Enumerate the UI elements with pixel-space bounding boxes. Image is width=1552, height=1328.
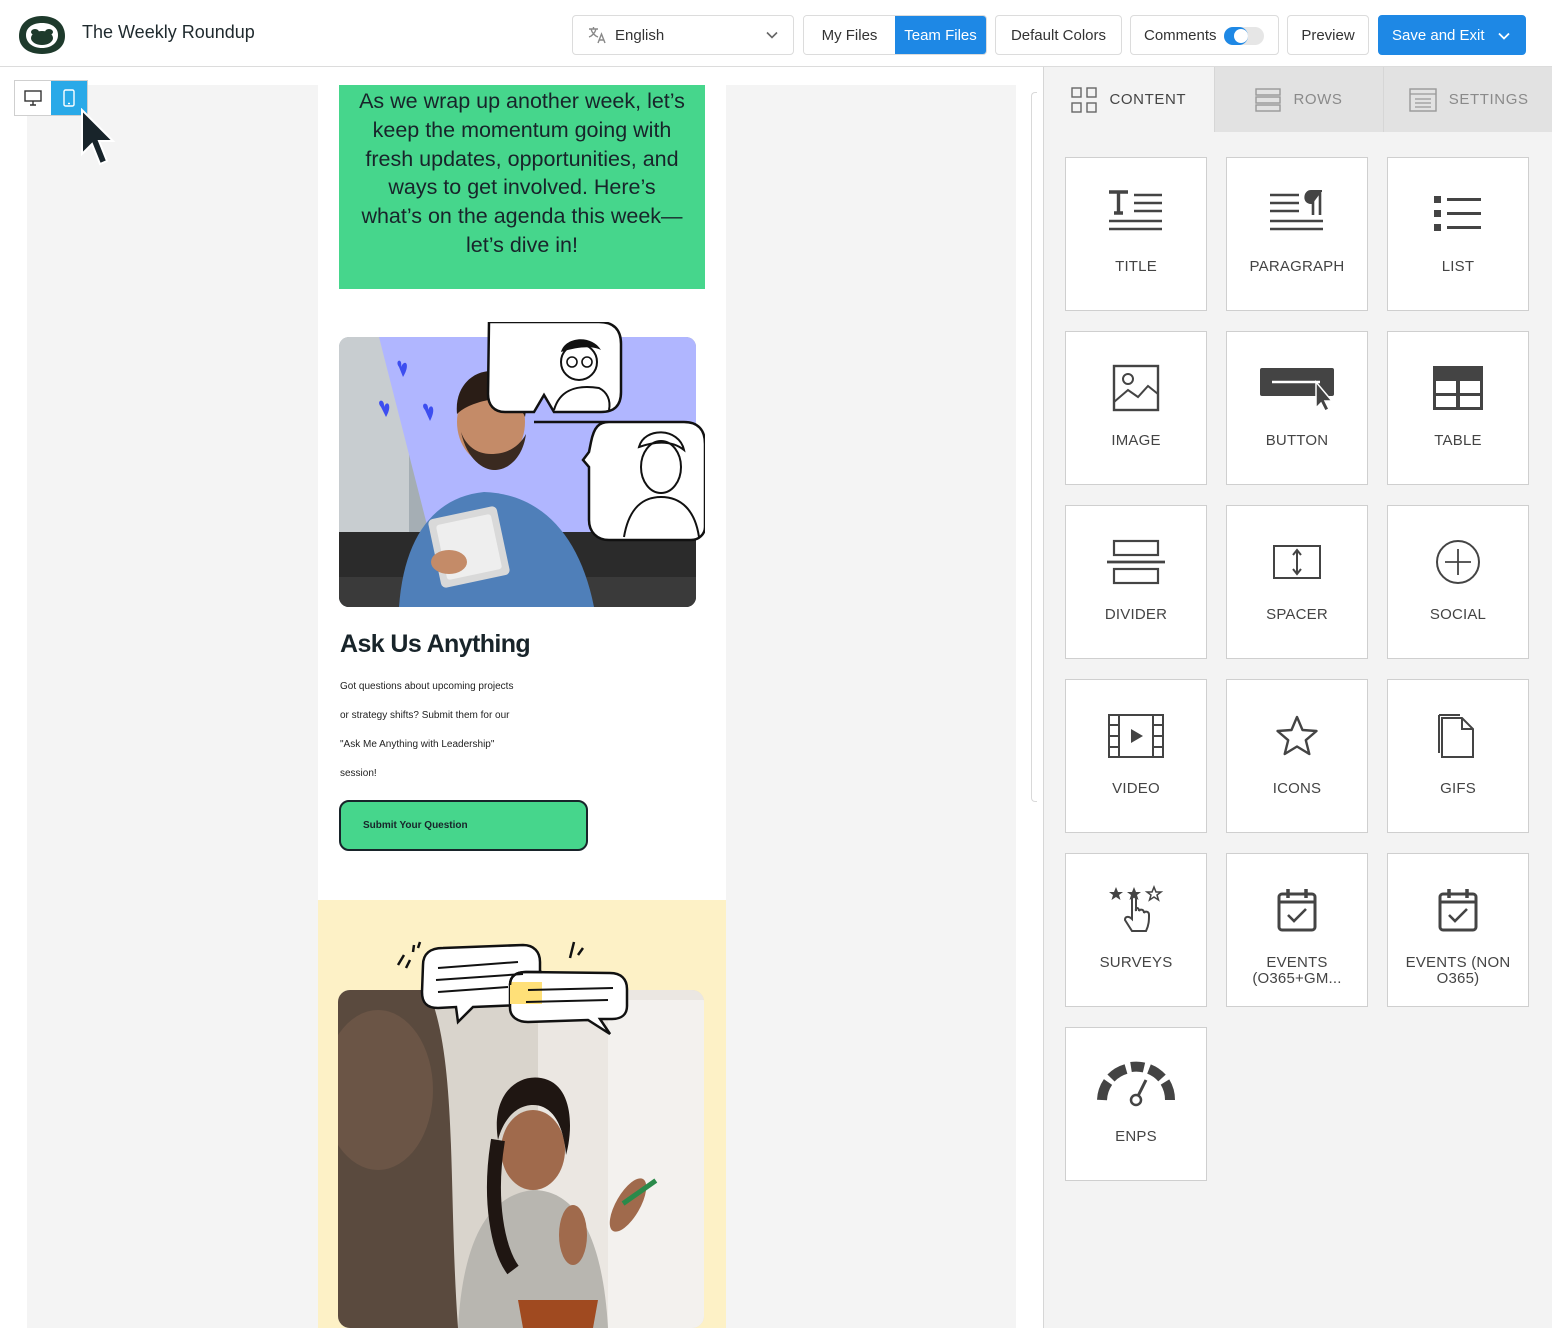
comments-toggle-button[interactable]: Comments bbox=[1130, 15, 1279, 55]
body-line: session! bbox=[340, 768, 377, 779]
language-label: English bbox=[615, 26, 665, 44]
translate-icon bbox=[588, 27, 606, 44]
tile-label: EVENTS (NON O365) bbox=[1405, 954, 1511, 987]
survey-icon bbox=[1109, 885, 1164, 932]
tile-divider[interactable]: DIVIDER bbox=[1065, 505, 1207, 659]
language-select[interactable]: English bbox=[572, 15, 794, 55]
calendar-check-icon bbox=[1438, 889, 1478, 932]
tile-spacer[interactable]: SPACER bbox=[1226, 505, 1368, 659]
tile-title[interactable]: TITLE bbox=[1065, 157, 1207, 311]
table-icon bbox=[1433, 366, 1483, 410]
app-logo-icon bbox=[19, 16, 65, 54]
tile-label: IMAGE bbox=[1111, 432, 1161, 449]
tile-label: PARAGRAPH bbox=[1249, 258, 1345, 275]
tile-label: SPACER bbox=[1266, 606, 1328, 623]
canvas-scroll-indicator bbox=[1031, 92, 1037, 802]
gauge-icon bbox=[1097, 1061, 1176, 1107]
tile-label: EVENTS (O365+GM... bbox=[1252, 954, 1342, 987]
tile-events-o365-gmail[interactable]: EVENTS (O365+GM... bbox=[1226, 853, 1368, 1007]
tile-label: ICONS bbox=[1272, 780, 1322, 797]
tile-label: VIDEO bbox=[1112, 780, 1160, 797]
tile-enps[interactable]: ENPS bbox=[1065, 1027, 1207, 1181]
settings-panel-icon bbox=[1409, 87, 1437, 112]
tab-content[interactable]: CONTENT bbox=[1044, 67, 1214, 132]
gif-icon bbox=[1438, 714, 1474, 758]
tab-settings[interactable]: SETTINGS bbox=[1383, 67, 1552, 132]
email-preview: As we wrap up another week, let’s keep t… bbox=[318, 85, 726, 1328]
tile-label: DIVIDER bbox=[1104, 606, 1168, 623]
social-icon bbox=[1436, 540, 1480, 584]
desktop-icon bbox=[24, 90, 42, 106]
comments-label: Comments bbox=[1144, 26, 1217, 44]
default-colors-button[interactable]: Default Colors bbox=[995, 15, 1122, 55]
files-toggle: My Files Team Files bbox=[803, 15, 987, 55]
tile-label: ENPS bbox=[1115, 1128, 1157, 1145]
divider-icon bbox=[1107, 539, 1165, 585]
tile-table[interactable]: TABLE bbox=[1387, 331, 1529, 485]
tab-label: CONTENT bbox=[1109, 91, 1187, 108]
hero-image-presentation[interactable] bbox=[338, 940, 708, 1328]
tab-label: ROWS bbox=[1293, 91, 1343, 108]
tile-label: BUTTON bbox=[1265, 432, 1329, 449]
star-icon bbox=[1276, 715, 1318, 756]
team-files-button[interactable]: Team Files bbox=[895, 16, 986, 54]
mouse-pointer-icon bbox=[81, 108, 116, 166]
my-files-button[interactable]: My Files bbox=[804, 16, 895, 54]
desktop-view-button[interactable] bbox=[15, 81, 51, 115]
tile-label: SURVEYS bbox=[1099, 954, 1173, 971]
panel-tabs: CONTENT ROWS SETTINGS bbox=[1044, 67, 1552, 132]
tile-surveys[interactable]: SURVEYS bbox=[1065, 853, 1207, 1007]
tile-label: SOCIAL bbox=[1429, 606, 1487, 623]
tile-label: GIFS bbox=[1440, 780, 1476, 797]
body-line: Got questions about upcoming projects bbox=[340, 681, 514, 692]
grid-icon bbox=[1071, 86, 1098, 113]
section-body[interactable]: Got questions about upcoming projects or… bbox=[340, 672, 560, 788]
tile-gifs[interactable]: GIFS bbox=[1387, 679, 1529, 833]
tile-social[interactable]: SOCIAL bbox=[1387, 505, 1529, 659]
tile-label: LIST bbox=[1441, 258, 1475, 275]
video-icon bbox=[1108, 714, 1164, 758]
tile-icons[interactable]: ICONS bbox=[1226, 679, 1368, 833]
tile-video[interactable]: VIDEO bbox=[1065, 679, 1207, 833]
image-icon bbox=[1112, 364, 1160, 412]
tile-paragraph[interactable]: PARAGRAPH bbox=[1226, 157, 1368, 311]
tile-image[interactable]: IMAGE bbox=[1065, 331, 1207, 485]
body-line: or strategy shifts? Submit them for our bbox=[340, 710, 510, 721]
rows-icon bbox=[1255, 87, 1282, 112]
tile-label: TABLE bbox=[1434, 432, 1482, 449]
preview-button[interactable]: Preview bbox=[1287, 15, 1369, 55]
spacer-icon bbox=[1273, 545, 1321, 579]
tile-button[interactable]: BUTTON bbox=[1226, 331, 1368, 485]
body-line: "Ask Me Anything with Leadership" bbox=[340, 739, 495, 750]
calendar-check-icon bbox=[1277, 889, 1317, 932]
intro-text-block[interactable]: As we wrap up another week, let’s keep t… bbox=[339, 85, 705, 289]
document-title[interactable]: The Weekly Roundup bbox=[82, 22, 255, 43]
tab-label: SETTINGS bbox=[1448, 91, 1529, 108]
tab-rows[interactable]: ROWS bbox=[1213, 67, 1384, 132]
save-and-exit-label: Save and Exit bbox=[1392, 26, 1485, 44]
content-panel: CONTENT ROWS SETTINGS TITLE PARAGRAPH LI… bbox=[1043, 67, 1552, 1328]
tile-list[interactable]: LIST bbox=[1387, 157, 1529, 311]
device-preview-switch bbox=[14, 80, 88, 116]
title-icon bbox=[1109, 190, 1162, 231]
comments-switch[interactable] bbox=[1224, 27, 1264, 45]
button-icon bbox=[1260, 368, 1334, 412]
hero-image-conversation[interactable] bbox=[339, 322, 705, 607]
chevron-down-icon bbox=[766, 31, 778, 39]
tile-label: TITLE bbox=[1115, 258, 1157, 275]
paragraph-icon bbox=[1270, 190, 1323, 231]
list-icon bbox=[1434, 196, 1481, 231]
section-title[interactable]: Ask Us Anything bbox=[340, 630, 531, 659]
mobile-icon bbox=[63, 89, 75, 107]
save-and-exit-button[interactable]: Save and Exit bbox=[1378, 15, 1526, 55]
tile-events-non-o365[interactable]: EVENTS (NON O365) bbox=[1387, 853, 1529, 1007]
top-bar: The Weekly Roundup English My Files Team… bbox=[0, 0, 1552, 67]
yellow-section bbox=[318, 900, 726, 1328]
chevron-down-icon[interactable] bbox=[1497, 29, 1511, 43]
submit-question-button[interactable]: Submit Your Question bbox=[339, 800, 588, 851]
